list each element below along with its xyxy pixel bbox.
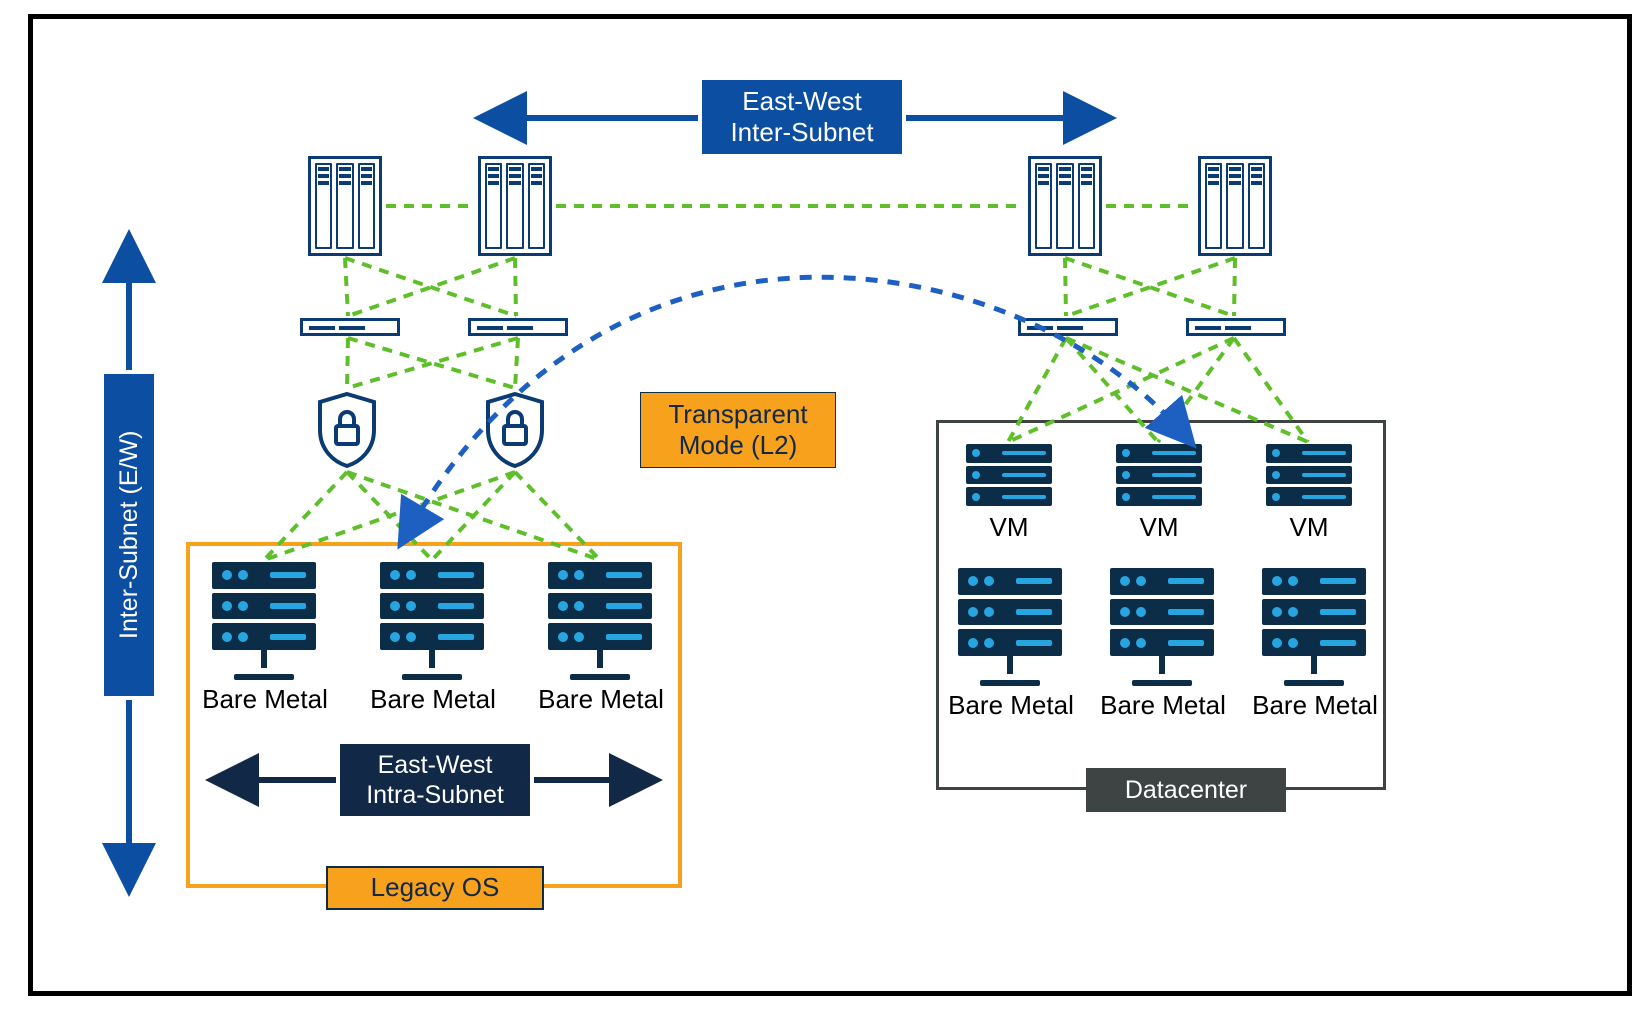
- server-caption: Bare Metal: [1248, 690, 1382, 721]
- firewall-shield-icon: [482, 390, 548, 470]
- vm-icon: [1116, 444, 1202, 522]
- spine-switch-icon: [478, 156, 552, 256]
- server-caption: Bare Metal: [198, 684, 332, 715]
- leaf-switch-icon: [468, 318, 568, 336]
- server-icon: [548, 562, 652, 680]
- vm-icon: [1266, 444, 1352, 522]
- server-caption: Bare Metal: [944, 690, 1078, 721]
- server-icon: [212, 562, 316, 680]
- east-west-intra-subnet-label: East-West Intra-Subnet: [340, 744, 530, 816]
- legacy-os-label: Legacy OS: [326, 866, 544, 910]
- server-icon: [380, 562, 484, 680]
- vm-caption: VM: [1266, 512, 1352, 543]
- vm-caption: VM: [966, 512, 1052, 543]
- server-caption: Bare Metal: [366, 684, 500, 715]
- server-icon: [1110, 568, 1214, 686]
- server-caption: Bare Metal: [534, 684, 668, 715]
- spine-switch-icon: [308, 156, 382, 256]
- vm-caption: VM: [1116, 512, 1202, 543]
- datacenter-label: Datacenter: [1086, 768, 1286, 812]
- firewall-shield-icon: [314, 390, 380, 470]
- spine-switch-icon: [1198, 156, 1272, 256]
- spine-switch-icon: [1028, 156, 1102, 256]
- server-caption: Bare Metal: [1096, 690, 1230, 721]
- server-icon: [958, 568, 1062, 686]
- leaf-switch-icon: [1018, 318, 1118, 336]
- inter-subnet-ew-label: Inter-Subnet (E/W): [104, 374, 154, 696]
- east-west-inter-subnet-label: East-West Inter-Subnet: [702, 80, 902, 154]
- transparent-mode-label: Transparent Mode (L2): [640, 392, 836, 468]
- leaf-switch-icon: [300, 318, 400, 336]
- server-icon: [1262, 568, 1366, 686]
- leaf-switch-icon: [1186, 318, 1286, 336]
- vm-icon: [966, 444, 1052, 522]
